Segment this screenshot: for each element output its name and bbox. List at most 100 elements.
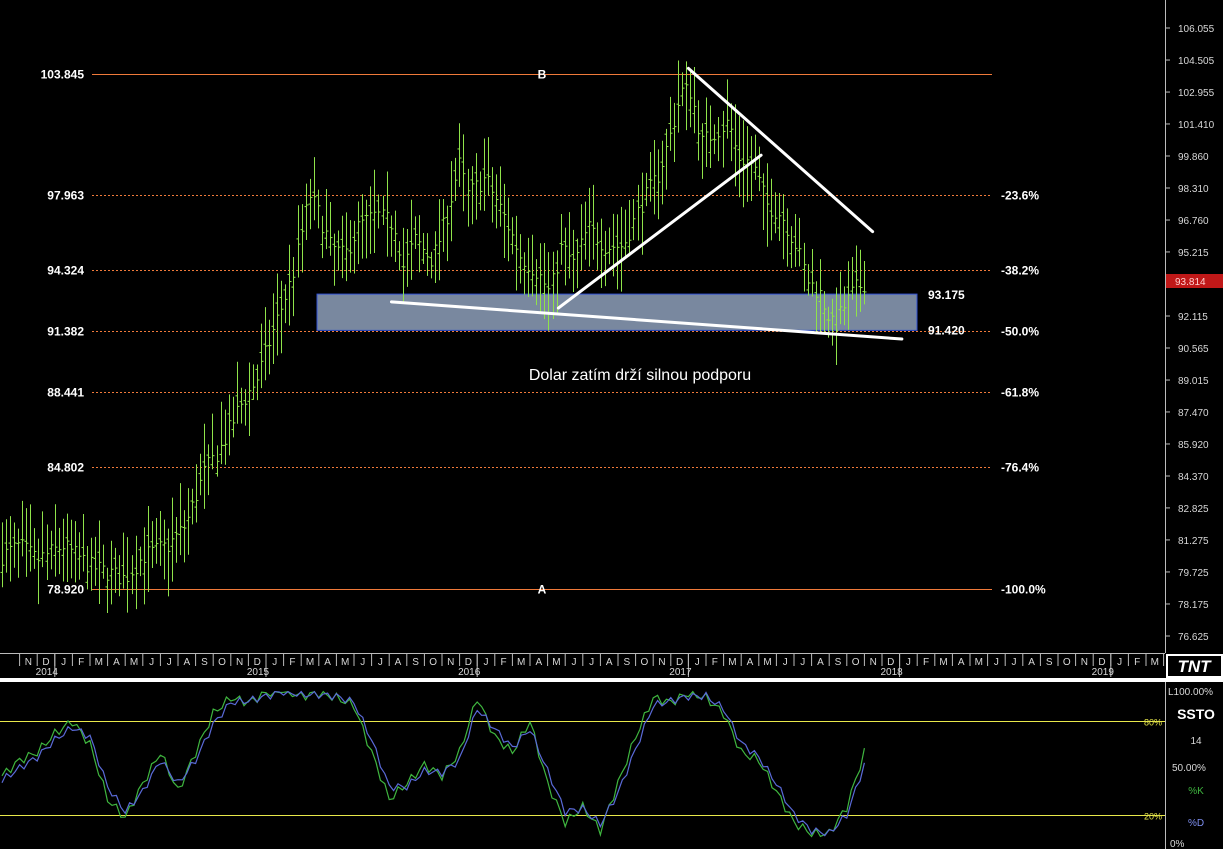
month-label: J — [167, 657, 172, 668]
month-label: J — [484, 657, 489, 668]
month-label: O — [1063, 657, 1071, 668]
month-label: S — [835, 657, 842, 668]
fib-price-label: 88.441 — [47, 386, 84, 400]
price-tick-label: 104.505 — [1178, 56, 1215, 67]
month-label: J — [783, 657, 788, 668]
month-label: S — [623, 657, 630, 668]
month-label: O — [641, 657, 649, 668]
month-label: J — [906, 657, 911, 668]
month-label: F — [923, 657, 929, 668]
panel-divider[interactable] — [0, 678, 1223, 682]
fib-price-label: 91.382 — [47, 325, 84, 339]
stochastic-panel[interactable]: 80% 20% — [0, 683, 1165, 849]
month-label: F — [501, 657, 507, 668]
price-tick-label: 76.625 — [1178, 632, 1209, 643]
year-label: 2016 — [458, 667, 481, 678]
price-tick-label: 98.310 — [1178, 184, 1209, 195]
month-label: J — [572, 657, 577, 668]
price-tick-label: 92.115 — [1178, 312, 1208, 323]
price-tick-label: 99.860 — [1178, 152, 1209, 163]
time-axis[interactable]: NDJFMAMJJASONDJFMAMJJASONDJFMAMJJASONDJF… — [0, 653, 1182, 679]
month-label: A — [535, 657, 542, 668]
fib-price-label: 84.802 — [47, 461, 84, 475]
year-label: 2018 — [880, 667, 903, 678]
month-label: J — [149, 657, 154, 668]
month-label: N — [25, 657, 32, 668]
ind-period: 14 — [1190, 736, 1202, 747]
month-label: A — [747, 657, 754, 668]
support-zone: 93.175 91.420 — [316, 288, 965, 337]
fib-pct-label: -100.0% — [1001, 583, 1046, 597]
month-label: O — [218, 657, 226, 668]
month-label: M — [728, 657, 736, 668]
month-label: J — [378, 657, 383, 668]
stochastic-axis: L100.00% SSTO 14 50.00% %K %D 0% — [1165, 682, 1215, 849]
chart-stage: 103.845 B 97.963 -23.6% 94.324 -38.2% 91.382 -5… — [0, 0, 1223, 849]
fib-marker-B: B — [538, 68, 547, 82]
price-tick-label: 102.955 — [1178, 88, 1215, 99]
price-tick-label: 82.825 — [1178, 504, 1209, 515]
ind-top-label: L100.00% — [1168, 687, 1213, 698]
ind-k-label: %K — [1188, 786, 1204, 797]
month-label: M — [975, 657, 983, 668]
month-label: J — [695, 657, 700, 668]
month-label: N — [658, 657, 665, 668]
month-label: M — [517, 657, 525, 668]
month-label: J — [360, 657, 365, 668]
month-label: S — [412, 657, 419, 668]
month-label: A — [606, 657, 613, 668]
month-label: F — [1134, 657, 1140, 668]
month-label: J — [800, 657, 805, 668]
month-label: M — [306, 657, 314, 668]
month-label: A — [958, 657, 965, 668]
price-tick-label: 85.920 — [1178, 440, 1209, 451]
tnt-logo-text: TNT — [1177, 657, 1212, 676]
month-label: M — [130, 657, 138, 668]
price-axis[interactable]: 106.055 104.505 102.955 101.410 99.860 98.310… — [1165, 0, 1223, 653]
month-label: F — [78, 657, 84, 668]
month-label: J — [589, 657, 594, 668]
price-tick-label: 79.725 — [1178, 568, 1209, 579]
month-label: M — [95, 657, 103, 668]
month-label: A — [1028, 657, 1035, 668]
month-label: S — [1046, 657, 1053, 668]
zone-lower-label: 91.420 — [928, 323, 965, 337]
time-axis-ticks: NDJFMAMJJASONDJFMAMJJASONDJFMAMJJASONDJF… — [19, 654, 1182, 678]
last-price-marker: 93.814 — [1166, 274, 1223, 288]
fib-price-label: 78.920 — [47, 583, 84, 597]
month-label: M — [939, 657, 947, 668]
price-tick-label: 87.470 — [1178, 408, 1209, 419]
fib-pct-label: -50.0% — [1001, 325, 1039, 339]
month-label: A — [395, 657, 402, 668]
month-label: M — [552, 657, 560, 668]
price-tick-label: 106.055 — [1178, 24, 1215, 35]
ind-d-label: %D — [1188, 818, 1204, 829]
ind-bottom-label: 0% — [1170, 839, 1185, 849]
month-label: O — [852, 657, 860, 668]
price-chart-panel[interactable]: 103.845 B 97.963 -23.6% 94.324 -38.2% 91.382 -5… — [0, 0, 1165, 653]
price-tick-label: 101.410 — [1178, 120, 1215, 131]
year-label: 2014 — [36, 667, 59, 678]
ind-mid-label: 50.00% — [1172, 763, 1206, 774]
zone-upper-label: 93.175 — [928, 288, 965, 302]
ind-name: SSTO — [1177, 706, 1215, 722]
fib-price-label: 97.963 — [47, 189, 84, 203]
price-tick-label: 90.565 — [1178, 344, 1209, 355]
last-price-label: 93.814 — [1175, 277, 1206, 288]
fib-pct-label: -38.2% — [1001, 264, 1039, 278]
month-label: S — [201, 657, 208, 668]
month-label: M — [341, 657, 349, 668]
month-label: N — [236, 657, 243, 668]
month-label: A — [183, 657, 190, 668]
month-label: M — [763, 657, 771, 668]
price-tick-label: 81.275 — [1178, 536, 1209, 547]
month-label: F — [712, 657, 718, 668]
month-label: N — [447, 657, 454, 668]
month-label: M — [1151, 657, 1159, 668]
price-tick-label: 84.370 — [1178, 472, 1209, 483]
year-label: 2017 — [669, 667, 692, 678]
month-label: J — [61, 657, 66, 668]
month-label: F — [289, 657, 295, 668]
fib-price-label: 103.845 — [41, 68, 85, 82]
month-label: O — [429, 657, 437, 668]
